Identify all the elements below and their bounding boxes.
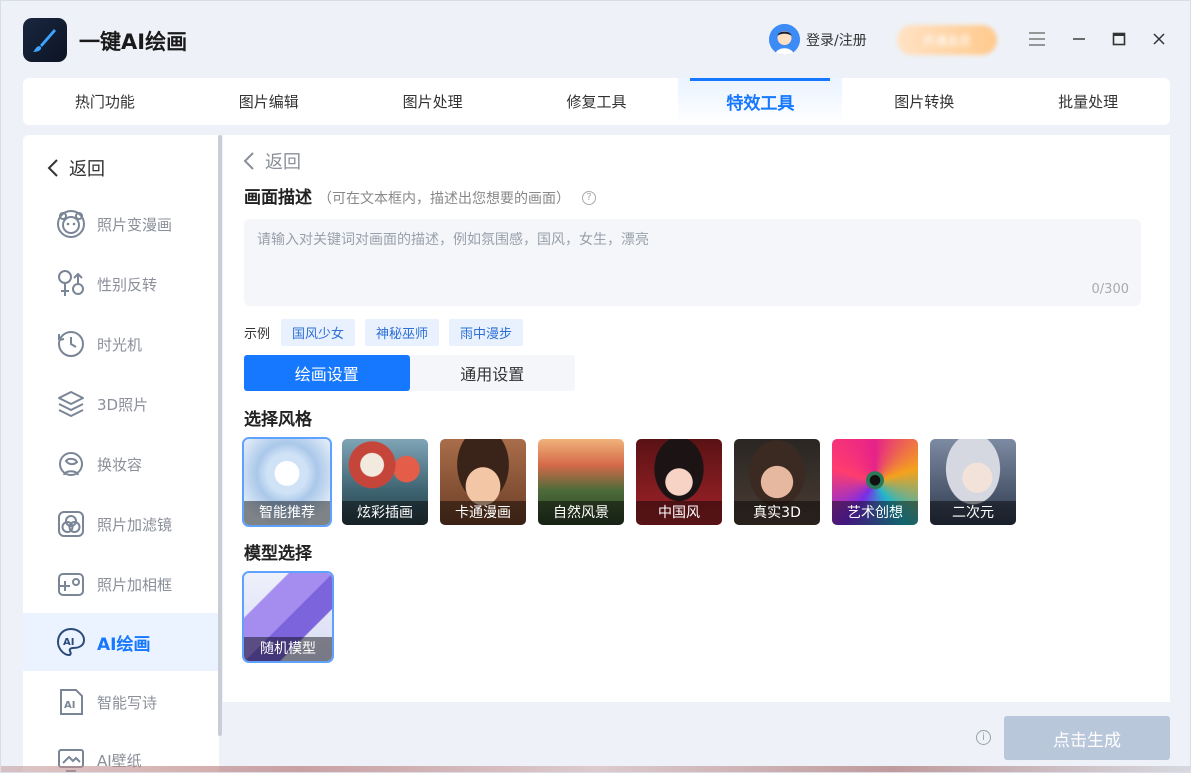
sidebar-item-frame[interactable]: 照片加相框 — [23, 555, 219, 613]
help-icon[interactable]: ? — [582, 191, 596, 205]
background-strip — [1, 766, 1190, 772]
sidebar-item-filter[interactable]: 照片加滤镜 — [23, 495, 219, 553]
tab-paint-settings[interactable]: 绘画设置 — [244, 355, 410, 391]
back-button[interactable]: 返回 — [243, 148, 301, 174]
model-card-random[interactable]: 随机模型 — [242, 571, 334, 663]
sidebar-item-gender-swap[interactable]: 性别反转 — [23, 255, 219, 313]
style-label: 中国风 — [636, 501, 722, 525]
tab-hot[interactable]: 热门功能 — [23, 78, 187, 125]
style-card-art[interactable]: 艺术创想 — [832, 439, 918, 525]
sidebar-item-makeup[interactable]: 换妆容 — [23, 435, 219, 493]
makeup-icon — [55, 448, 87, 480]
sidebar-item-label: 智能写诗 — [97, 693, 158, 712]
style-card-chinese[interactable]: 中国风 — [636, 439, 722, 525]
style-card-smart[interactable]: 智能推荐 — [242, 437, 332, 527]
sidebar-item-label: 照片加相框 — [97, 575, 173, 594]
chevron-left-icon — [47, 159, 58, 177]
description-title: 画面描述 — [244, 188, 312, 208]
sidebar-back-label: 返回 — [69, 159, 105, 180]
svg-text:AI: AI — [63, 637, 74, 648]
prompt-box: 0/300 — [244, 219, 1141, 306]
maximize-icon[interactable] — [1107, 27, 1131, 51]
style-card-cartoon[interactable]: 卡通漫画 — [440, 439, 526, 525]
sidebar: 返回 照片变漫画 性别反转 时光机 3D照片 换妆容 照片加滤镜 照片加相框 A… — [23, 135, 219, 772]
main-tab-bar: 热门功能 图片编辑 图片处理 修复工具 特效工具 图片转换 批量处理 — [23, 78, 1170, 125]
sidebar-item-label: 性别反转 — [97, 275, 158, 294]
examples-row: 示例 国风少女 神秘巫师 雨中漫步 — [244, 319, 524, 346]
style-label: 二次元 — [930, 501, 1016, 525]
description-heading: 画面描述 （可在文本框内，描述出您想要的画面）? — [244, 183, 596, 208]
back-label: 返回 — [265, 152, 301, 173]
user-avatar-icon[interactable] — [769, 24, 800, 55]
close-icon[interactable] — [1147, 27, 1171, 51]
example-chip[interactable]: 国风少女 — [281, 319, 356, 346]
layers-icon — [55, 388, 87, 420]
gender-icon — [55, 268, 87, 300]
sidebar-item-label: 换妆容 — [97, 455, 143, 474]
style-label: 艺术创想 — [832, 501, 918, 525]
style-grid: 智能推荐 炫彩插画 卡通漫画 自然风景 中国风 真实3D 艺术创想 二次元 — [242, 437, 1016, 527]
minimize-icon[interactable] — [1067, 27, 1091, 51]
sidebar-item-ai-poem[interactable]: AI 智能写诗 — [23, 673, 219, 731]
filter-icon — [55, 508, 87, 540]
svg-text:AI: AI — [64, 700, 75, 711]
title-bar: 一键AI绘画 登录/注册 开通会员 — [1, 1, 1190, 77]
app-logo-icon — [23, 18, 67, 62]
style-card-colorful[interactable]: 炫彩插画 — [342, 439, 428, 525]
prompt-input[interactable] — [244, 219, 1141, 279]
sidebar-item-cartoon[interactable]: 照片变漫画 — [23, 195, 219, 253]
menu-icon[interactable] — [1025, 27, 1049, 51]
style-label: 真实3D — [734, 501, 820, 525]
login-register-link[interactable]: 登录/注册 — [806, 30, 867, 50]
vip-badge[interactable]: 开通会员 — [897, 25, 997, 55]
sidebar-item-ai-paint[interactable]: AI AI绘画 — [23, 613, 219, 671]
sidebar-item-label: AI绘画 — [97, 634, 151, 655]
app-window: 一键AI绘画 登录/注册 开通会员 热门功能 图片编辑 图片处理 修复工具 特效… — [0, 0, 1191, 773]
style-card-anime[interactable]: 二次元 — [930, 439, 1016, 525]
sidebar-item-label: 照片变漫画 — [97, 215, 173, 234]
info-icon[interactable]: i — [976, 730, 991, 745]
model-label: 随机模型 — [244, 637, 332, 661]
style-label: 炫彩插画 — [342, 501, 428, 525]
tab-image-process[interactable]: 图片处理 — [351, 78, 515, 125]
sidebar-item-label: 3D照片 — [97, 395, 149, 414]
ai-paint-icon: AI — [55, 626, 87, 658]
sidebar-scrollbar[interactable] — [218, 135, 222, 736]
app-title: 一键AI绘画 — [79, 30, 188, 54]
tab-repair-tools[interactable]: 修复工具 — [515, 78, 679, 125]
examples-label: 示例 — [244, 327, 271, 342]
main-panel: 返回 画面描述 （可在文本框内，描述出您想要的画面）? 0/300 示例 国风少女… — [223, 135, 1170, 702]
sidebar-item-time-machine[interactable]: 时光机 — [23, 315, 219, 373]
tab-batch-process[interactable]: 批量处理 — [1006, 78, 1170, 125]
example-chip[interactable]: 雨中漫步 — [449, 319, 524, 346]
cartoon-face-icon — [55, 208, 87, 240]
generate-button[interactable]: 点击生成 — [1004, 716, 1170, 760]
tab-effect-tools[interactable]: 特效工具 — [678, 78, 843, 125]
style-card-real-3d[interactable]: 真实3D — [734, 439, 820, 525]
chevron-left-icon — [243, 152, 254, 170]
example-chip[interactable]: 神秘巫师 — [365, 319, 440, 346]
sidebar-item-3d-photo[interactable]: 3D照片 — [23, 375, 219, 433]
tab-image-edit[interactable]: 图片编辑 — [187, 78, 351, 125]
tab-image-convert[interactable]: 图片转换 — [842, 78, 1006, 125]
clock-icon — [55, 328, 87, 360]
style-label: 自然风景 — [538, 501, 624, 525]
ai-poem-icon: AI — [55, 686, 87, 718]
settings-tabs: 绘画设置 通用设置 — [244, 355, 575, 391]
style-label: 智能推荐 — [244, 501, 330, 525]
style-card-nature[interactable]: 自然风景 — [538, 439, 624, 525]
description-hint: （可在文本框内，描述出您想要的画面） — [318, 191, 570, 207]
sidebar-item-label: 时光机 — [97, 335, 143, 354]
char-counter: 0/300 — [1091, 282, 1129, 297]
tab-general-settings[interactable]: 通用设置 — [410, 355, 576, 391]
style-title: 选择风格 — [244, 410, 312, 430]
model-title: 模型选择 — [244, 544, 312, 564]
sidebar-back-button[interactable]: 返回 — [47, 155, 105, 181]
style-label: 卡通漫画 — [440, 501, 526, 525]
sidebar-item-label: 照片加滤镜 — [97, 515, 173, 534]
frame-icon — [55, 568, 87, 600]
